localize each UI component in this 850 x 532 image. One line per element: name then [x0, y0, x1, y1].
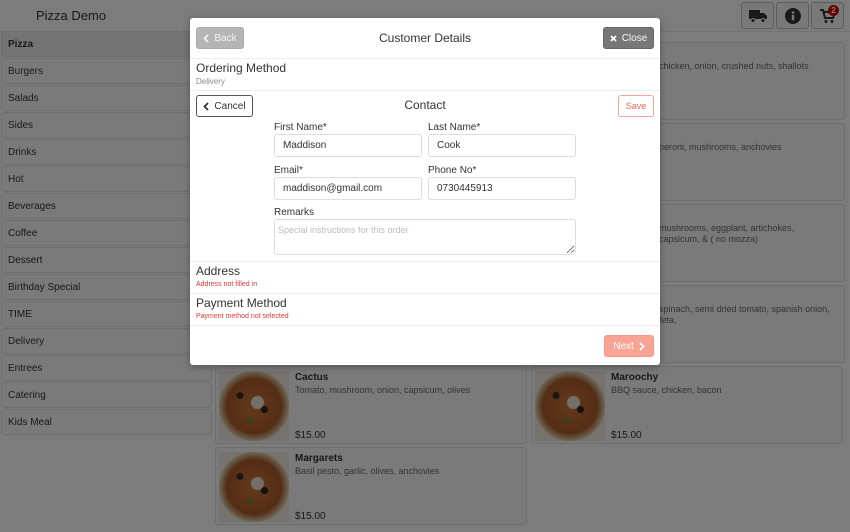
- ordering-method-title: Ordering Method: [196, 61, 287, 75]
- address-title: Address: [196, 264, 241, 278]
- last-name-input[interactable]: [428, 134, 576, 157]
- ordering-method-section[interactable]: Ordering Method Delivery: [190, 59, 660, 91]
- address-section[interactable]: Address Address not filled in: [190, 262, 660, 294]
- address-error: Address not filled in: [196, 281, 258, 288]
- contact-section: Cancel Contact Save First Name* Last Nam…: [190, 91, 660, 262]
- customer-details-modal: Back Customer Details Close Ordering Met…: [190, 18, 660, 365]
- contact-title: Contact: [404, 98, 446, 112]
- close-button[interactable]: Close: [603, 27, 654, 49]
- payment-method-title: Payment Method: [196, 296, 287, 310]
- remarks-label: Remarks: [274, 207, 315, 218]
- next-button[interactable]: Next: [604, 335, 654, 357]
- payment-method-section[interactable]: Payment Method Payment method not select…: [190, 294, 660, 326]
- modal-footer: Next: [190, 326, 660, 366]
- modal-title: Customer Details: [378, 31, 472, 45]
- close-label: Close: [621, 32, 648, 44]
- close-icon: [610, 34, 617, 42]
- next-label: Next: [613, 340, 634, 352]
- first-name-input[interactable]: [274, 134, 422, 157]
- remarks-textarea[interactable]: [274, 219, 576, 255]
- payment-method-error: Payment method not selected: [196, 313, 289, 320]
- email-input[interactable]: [274, 177, 422, 200]
- phone-label: Phone No*: [428, 165, 477, 176]
- chevron-right-icon: [639, 341, 645, 351]
- email-label: Email*: [274, 165, 303, 176]
- modal-header: Back Customer Details Close: [190, 18, 660, 59]
- ordering-method-value: Delivery: [196, 77, 225, 86]
- first-name-label: First Name*: [274, 122, 327, 133]
- save-button[interactable]: Save: [618, 95, 654, 117]
- last-name-label: Last Name*: [428, 122, 481, 133]
- phone-input[interactable]: [428, 177, 576, 200]
